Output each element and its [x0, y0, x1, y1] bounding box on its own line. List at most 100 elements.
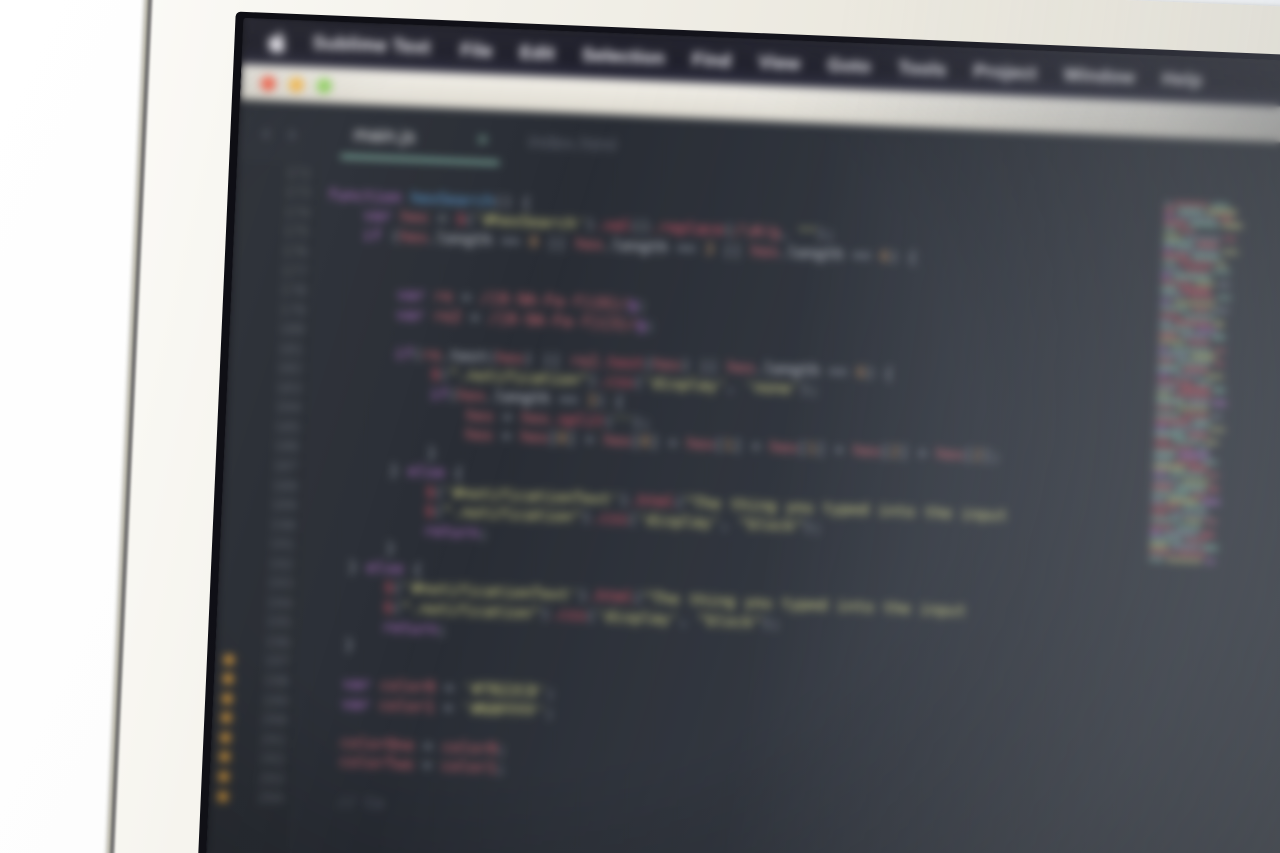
minimap-segment [1223, 236, 1236, 241]
code-token: ); [803, 517, 823, 537]
code-token: = [493, 407, 522, 427]
menu-item-project[interactable]: Project [973, 60, 1037, 85]
code-token: == [558, 390, 588, 410]
minimap-segment [1182, 505, 1207, 511]
code-token: } [310, 556, 368, 577]
menu-item-sublime-text[interactable]: Sublime Text [312, 33, 431, 60]
minimap-segment [1179, 261, 1214, 267]
minimap-segment [1182, 367, 1209, 372]
menu-item-goto[interactable]: Goto [827, 54, 871, 78]
minimap-segment [1154, 438, 1171, 443]
minimap-segment [1150, 524, 1173, 529]
minimap-segment [1163, 247, 1173, 252]
code-token: ; [496, 739, 508, 759]
menu-item-edit[interactable]: Edit [519, 41, 555, 64]
code-token: var [363, 206, 402, 226]
minimap-segment [1161, 293, 1186, 299]
minimap-segment [1201, 460, 1218, 465]
nav-back-icon[interactable]: ‹ [262, 118, 271, 144]
minimap-segment [1180, 334, 1209, 339]
tab-index-html[interactable]: index.html [507, 111, 638, 178]
code-token: return [423, 521, 480, 542]
minimap-segment [1213, 348, 1226, 353]
minimap-segment [1158, 359, 1175, 364]
code-token: || [538, 232, 576, 253]
code-token: .test [597, 352, 645, 373]
tab-close-icon[interactable]: × [477, 130, 489, 152]
nav-forward-icon[interactable]: › [288, 119, 297, 145]
code-token: var [342, 674, 381, 695]
minimap-segment [1176, 551, 1207, 557]
code-token: hex [465, 405, 495, 426]
minimap-segment [1178, 452, 1210, 458]
code-token: color1 [440, 757, 497, 778]
code-text-area[interactable]: function hexSearch() { var hex = $('#hex… [295, 166, 1280, 853]
minimap-segment [1153, 458, 1172, 463]
code-token: = [460, 307, 490, 328]
code-token: .val [594, 215, 633, 236]
minimap-segment [1156, 405, 1175, 410]
minimap-segment [1214, 361, 1225, 366]
menu-item-file[interactable]: File [460, 39, 493, 62]
menu-item-view[interactable]: View [758, 51, 801, 75]
minimap-segment [1175, 485, 1206, 491]
minimap-segment [1164, 208, 1175, 212]
screen: Sublime Text File Edit Selection Find Vi… [203, 17, 1280, 853]
code-token: color0 [379, 676, 436, 697]
minimap-segment [1175, 525, 1202, 530]
menu-item-find[interactable]: Find [691, 48, 732, 72]
code-token: "" [797, 223, 817, 243]
minimap-segment [1166, 498, 1200, 504]
code-token: = [492, 426, 521, 446]
menu-item-selection[interactable]: Selection [581, 44, 665, 69]
minimap-segment [1187, 400, 1210, 405]
minimap-segment [1174, 201, 1209, 207]
menu-item-tools[interactable]: Tools [898, 57, 947, 81]
code-token: , [725, 377, 746, 397]
minimap-segment [1177, 406, 1210, 412]
code-token: .html [587, 586, 635, 607]
code-token: .length [754, 359, 830, 381]
minimap-segment [1158, 339, 1186, 345]
menu-item-window[interactable]: Window [1063, 64, 1135, 89]
code-token: ) { [595, 391, 625, 411]
minimap-segment [1196, 242, 1219, 247]
code-editor[interactable]: 172 173 174 175 176 177 178 179 180 181 182 183 184 1… [203, 161, 1280, 853]
menu-item-help[interactable]: Help [1162, 68, 1203, 92]
minimap-segment [1159, 326, 1194, 332]
minimap-segment [1185, 268, 1210, 273]
minimap-segment [1191, 354, 1216, 359]
code-token: ]; [982, 446, 1002, 466]
minimap-segment [1150, 530, 1161, 535]
minimap-segment [1160, 300, 1171, 305]
zoom-button[interactable] [316, 77, 332, 94]
minimize-button[interactable] [288, 76, 304, 92]
code-token: .split [548, 409, 605, 430]
code-token: re2 [569, 351, 599, 371]
code-token: .replace [649, 217, 725, 239]
minimap-segment [1155, 425, 1168, 430]
code-token: hexSearch [410, 188, 495, 210]
code-token: = [428, 208, 457, 228]
code-token: ); [761, 613, 782, 633]
code-token: hex [852, 441, 882, 461]
tab-main-js[interactable]: main.js × [332, 104, 509, 173]
minimap-segment [1163, 240, 1194, 246]
close-button[interactable] [260, 75, 276, 91]
code-token: () [631, 217, 651, 236]
code-token: , [719, 514, 740, 533]
minimap-segment [1153, 471, 1168, 476]
minimap-segment [1200, 532, 1215, 537]
code-token: var [396, 285, 435, 306]
minimap-segment [1213, 322, 1224, 327]
code-token: var [341, 694, 380, 714]
minimap-segment [1216, 262, 1227, 267]
code-token: == [852, 245, 881, 265]
code-token: ] + [732, 436, 771, 456]
code-token: '' [613, 411, 633, 431]
apple-icon[interactable] [266, 31, 287, 54]
